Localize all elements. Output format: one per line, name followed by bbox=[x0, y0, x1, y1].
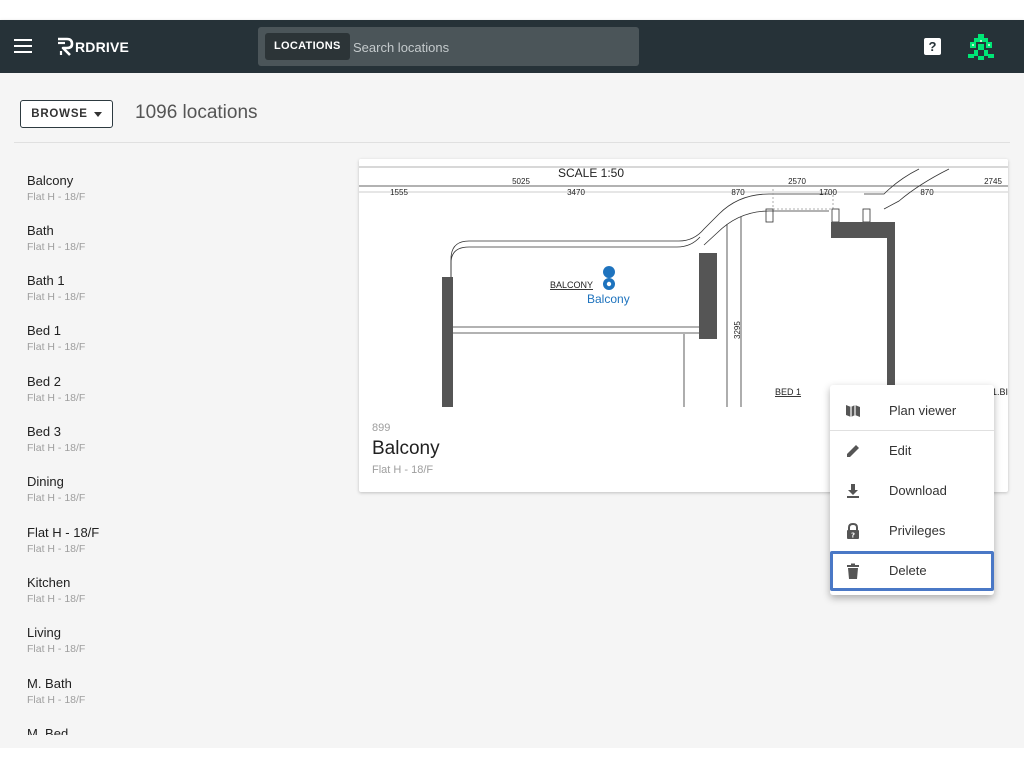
list-item[interactable]: Bath 1 Flat H - 18/F bbox=[27, 273, 277, 313]
list-item-title: Dining bbox=[27, 474, 64, 489]
list-item-subtitle: Flat H - 18/F bbox=[27, 291, 86, 303]
menu-item-privileges[interactable]: ? Privileges bbox=[830, 511, 994, 551]
menu-item-label: Edit bbox=[889, 443, 912, 458]
list-item-subtitle: Flat H - 18/F bbox=[27, 191, 86, 203]
menu-item-label: Plan viewer bbox=[889, 403, 957, 418]
menu-item-label: Delete bbox=[889, 563, 927, 578]
menu-item-edit[interactable]: Edit bbox=[830, 431, 994, 471]
plan-dimension: 3295 bbox=[733, 321, 742, 339]
user-avatar-icon[interactable] bbox=[966, 32, 996, 62]
menu-item-label: Download bbox=[889, 483, 947, 498]
caret-down-icon bbox=[93, 111, 102, 117]
list-item-title: Bed 1 bbox=[27, 323, 61, 338]
top-app-bar: RDRIVE LOCATIONS ? bbox=[0, 20, 1024, 73]
plan-dimension: 3470 bbox=[567, 188, 585, 197]
download-icon bbox=[847, 484, 859, 498]
plan-room-label: 1.BI bbox=[992, 387, 1008, 397]
location-subtitle: Flat H - 18/F bbox=[372, 464, 434, 476]
menu-item-plan-viewer[interactable]: Plan viewer bbox=[830, 391, 994, 431]
list-item-subtitle: Flat H - 18/F bbox=[27, 543, 86, 555]
list-item-subtitle: Flat H - 18/F bbox=[27, 341, 86, 353]
list-item-subtitle: Flat H - 18/F bbox=[27, 442, 86, 454]
context-menu: Plan viewer Edit Download ? Privileges D… bbox=[830, 385, 994, 595]
list-item-subtitle: Flat H - 18/F bbox=[27, 392, 86, 404]
list-item[interactable]: Bed 2 Flat H - 18/F bbox=[27, 374, 277, 414]
list-item-title: Kitchen bbox=[27, 575, 71, 590]
plan-room-label: BALCONY bbox=[550, 280, 593, 290]
browse-button[interactable]: BROWSE bbox=[20, 100, 113, 128]
hamburger-menu-icon[interactable] bbox=[14, 37, 32, 55]
list-item[interactable]: M. Bed bbox=[27, 726, 277, 735]
list-item[interactable]: Dining Flat H - 18/F bbox=[27, 474, 277, 514]
list-item-title: Bed 3 bbox=[27, 424, 61, 439]
list-item[interactable]: Living Flat H - 18/F bbox=[27, 625, 277, 665]
browse-label: BROWSE bbox=[31, 108, 88, 120]
list-item-subtitle: Flat H - 18/F bbox=[27, 241, 86, 253]
list-item[interactable]: Bath Flat H - 18/F bbox=[27, 223, 277, 263]
location-list: Balcony Flat H - 18/F Bath Flat H - 18/F B… bbox=[0, 165, 300, 735]
menu-item-delete[interactable]: Delete bbox=[830, 551, 994, 591]
app-name: RDRIVE bbox=[75, 39, 130, 55]
list-item-subtitle: Flat H - 18/F bbox=[27, 643, 86, 655]
pencil-icon bbox=[847, 445, 859, 457]
floor-plan-preview[interactable]: SCALE 1:50 5025 3470 1555 870 2570 1700 … bbox=[359, 159, 1008, 407]
location-count: 1096 locations bbox=[135, 102, 258, 123]
help-icon[interactable]: ? bbox=[924, 38, 941, 55]
list-item-title: Flat H - 18/F bbox=[27, 525, 100, 540]
plan-scale-label: SCALE 1:50 bbox=[558, 166, 624, 180]
list-item[interactable]: Bed 3 Flat H - 18/F bbox=[27, 424, 277, 464]
list-item-subtitle: Flat H - 18/F bbox=[27, 492, 86, 504]
list-item[interactable]: Flat H - 18/F Flat H - 18/F bbox=[27, 525, 277, 565]
trash-icon bbox=[847, 563, 859, 579]
map-icon bbox=[846, 405, 860, 417]
list-item-title: M. Bath bbox=[27, 676, 72, 691]
plan-dimension: 1700 bbox=[819, 188, 837, 197]
search-bar: LOCATIONS bbox=[258, 27, 639, 66]
plan-dimension: 870 bbox=[731, 188, 745, 197]
list-item-title: Balcony bbox=[27, 173, 74, 188]
list-item-title: Bed 2 bbox=[27, 374, 61, 389]
plan-dimension: 870 bbox=[920, 188, 934, 197]
location-number: 899 bbox=[372, 422, 391, 434]
plan-dimension: 1555 bbox=[390, 188, 408, 197]
list-item-title: Living bbox=[27, 625, 61, 640]
search-input[interactable] bbox=[353, 37, 623, 57]
plan-marker-label: Balcony bbox=[587, 292, 630, 306]
menu-item-download[interactable]: Download bbox=[830, 471, 994, 511]
list-item-title: Bath bbox=[27, 223, 54, 238]
plan-dimension: 2745 bbox=[984, 177, 1002, 186]
plan-room-label: BED 1 bbox=[775, 387, 801, 397]
lock-icon: ? bbox=[847, 522, 859, 540]
list-item-title: M. Bed bbox=[27, 726, 69, 735]
plan-dimension: 5025 bbox=[512, 177, 530, 186]
app-logo[interactable]: RDRIVE bbox=[56, 37, 129, 57]
list-item-subtitle: Flat H - 18/F bbox=[27, 593, 86, 605]
divider bbox=[14, 142, 1010, 143]
search-scope-chip[interactable]: LOCATIONS bbox=[265, 33, 350, 60]
list-item[interactable]: M. Bath Flat H - 18/F bbox=[27, 676, 277, 716]
menu-item-label: Privileges bbox=[889, 523, 946, 538]
list-item[interactable]: Balcony Flat H - 18/F bbox=[27, 173, 277, 213]
svg-text:?: ? bbox=[851, 532, 855, 540]
list-item-subtitle: Flat H - 18/F bbox=[27, 694, 86, 706]
plan-dimension: 2570 bbox=[788, 177, 806, 186]
location-pin-icon[interactable] bbox=[603, 266, 616, 290]
list-item-title: Bath 1 bbox=[27, 273, 65, 288]
list-item[interactable]: Bed 1 Flat H - 18/F bbox=[27, 323, 277, 363]
list-item[interactable]: Kitchen Flat H - 18/F bbox=[27, 575, 277, 615]
logo-mark-icon bbox=[58, 37, 74, 56]
location-title: Balcony bbox=[372, 438, 440, 459]
